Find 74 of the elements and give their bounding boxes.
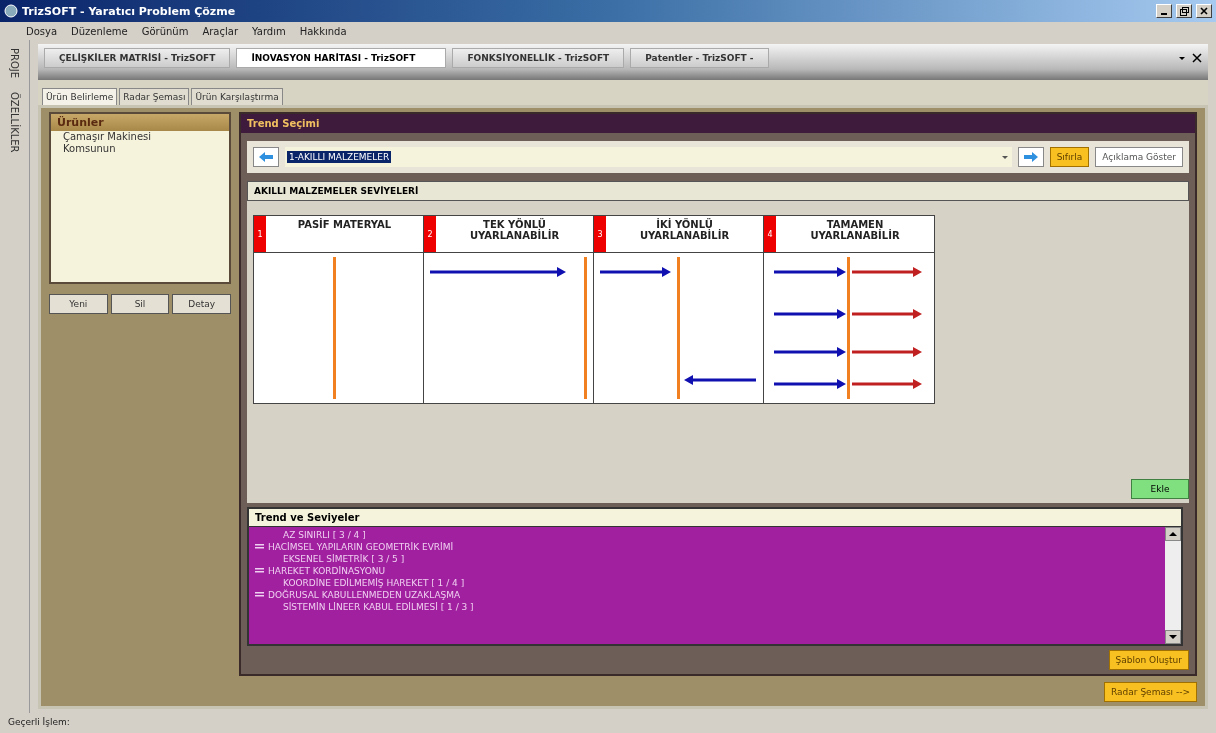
arrow-icon — [600, 267, 671, 277]
document-tab[interactable]: İNOVASYON HARİTASI - TrizSOFT — [236, 48, 447, 68]
tree-item[interactable]: KOORDİNE EDİLMEMİŞ HAREKET [ 1 / 4 ] — [283, 577, 465, 589]
back-button[interactable] — [253, 147, 279, 167]
level-number: 4 — [764, 216, 776, 252]
level-title: TEK YÖNLÜ UYARLANABİLİR — [468, 217, 561, 243]
left-arrow-icon — [259, 152, 273, 162]
panel-title: Ürünler — [51, 114, 229, 131]
level-title: PASİF MATERYAL — [296, 217, 393, 232]
tree-item[interactable]: AZ SINIRLI [ 3 / 4 ] — [283, 529, 366, 541]
menu-item[interactable]: Hakkında — [299, 25, 347, 37]
tab[interactable]: Ürün Karşılaştırma — [191, 88, 283, 105]
window-title: TrizSOFT - Yaratıcı Problem Çözme — [22, 4, 237, 18]
minimize-button[interactable] — [1156, 4, 1172, 18]
arrow-icon — [430, 267, 566, 277]
action-button[interactable]: Sil — [110, 294, 170, 314]
tree-item[interactable]: EKSENEL SİMETRİK [ 3 / 5 ] — [283, 553, 405, 565]
action-button[interactable]: Detay — [172, 294, 231, 314]
section-title: AKILLI MALZEMELER SEVİYELERİ — [247, 181, 1189, 201]
status-text: Geçerli İşlem: — [7, 716, 71, 729]
forward-button[interactable] — [1017, 147, 1044, 167]
level-title: İKİ YÖNLÜ UYARLANABİLİR — [638, 217, 731, 243]
scrollbar[interactable] — [1165, 527, 1181, 644]
level-title: TAMAMEN UYARLANABİLİR — [809, 218, 901, 243]
radar-button[interactable]: Radar Şeması --> — [1104, 682, 1197, 702]
side-tab[interactable]: ÖZELLİKLER — [9, 92, 20, 153]
level-number: 2 — [424, 216, 436, 252]
arrow-icon — [852, 379, 922, 389]
down-arrow-icon[interactable] — [1169, 634, 1177, 640]
arrow-icon — [852, 267, 922, 277]
tree-item[interactable]: SİSTEMİN LİNEER KABUL EDİLMESİ [ 1 / 3 ] — [283, 601, 474, 613]
level-number: 1 — [254, 216, 266, 252]
action-button[interactable]: Yeni — [49, 294, 108, 314]
document-tab[interactable]: ÇELİŞKİLER MATRİSİ - TrizSOFT — [44, 48, 231, 68]
arrow-icon — [774, 379, 846, 389]
panel-title: Trend ve Seviyeler — [254, 511, 361, 525]
arrow-icon — [774, 309, 846, 319]
arrow-icon — [774, 347, 846, 357]
tab[interactable]: Ürün Belirleme — [42, 88, 118, 105]
template-button[interactable]: Şablon Oluştur — [1108, 650, 1189, 670]
arrow-icon — [852, 347, 922, 357]
document-tab[interactable]: FONKSİYONELLİK - TrizSOFT — [452, 48, 625, 68]
right-arrow-icon — [1023, 152, 1038, 162]
trend-dropdown[interactable]: 1-AKILLI MALZEMELER — [285, 147, 1012, 167]
document-tab[interactable]: Patentler - TrizSOFT - — [630, 48, 769, 68]
arrow-icon — [684, 375, 756, 385]
restore-button[interactable] — [1176, 4, 1192, 18]
tree-item[interactable]: HAREKET KORDİNASYONU — [268, 565, 386, 577]
level-number: 3 — [594, 216, 606, 252]
collapse-icon[interactable] — [255, 565, 264, 575]
collapse-icon[interactable] — [255, 589, 264, 599]
menu-item[interactable]: Dosya — [26, 25, 58, 37]
describe-button[interactable]: Açıklama Göster — [1095, 147, 1183, 167]
restore-icon — [1179, 6, 1189, 16]
menu-item[interactable]: Yardım — [252, 25, 286, 37]
tree-item[interactable]: Komsunun — [51, 143, 229, 155]
up-arrow-icon[interactable] — [1169, 531, 1177, 537]
tree-item[interactable]: Çamaşır Makinesi — [51, 131, 229, 143]
menu-item[interactable]: Düzenleme — [71, 25, 128, 37]
menu-item[interactable]: Araçlar — [202, 25, 239, 37]
close-icon — [1200, 7, 1208, 15]
close-button[interactable] — [1196, 4, 1212, 18]
add-button[interactable]: Ekle — [1131, 479, 1189, 499]
side-tab[interactable]: PROJE — [9, 48, 20, 79]
arrow-icon — [774, 267, 846, 277]
tab[interactable]: Radar Şeması — [119, 88, 190, 105]
menu-item[interactable]: Görünüm — [141, 25, 189, 37]
tree-item[interactable]: HACİMSEL YAPILARIN GEOMETRİK EVRİMİ — [268, 541, 454, 553]
arrow-icon — [852, 309, 922, 319]
reset-button[interactable]: Sıfırla — [1049, 147, 1090, 167]
app-icon — [4, 4, 18, 18]
tree-item[interactable]: DOĞRUSAL KABULLENMEDEN UZAKLAŞMA — [268, 589, 461, 601]
panel-title: Trend Seçimi — [241, 114, 1195, 133]
collapse-icon[interactable] — [255, 541, 264, 551]
